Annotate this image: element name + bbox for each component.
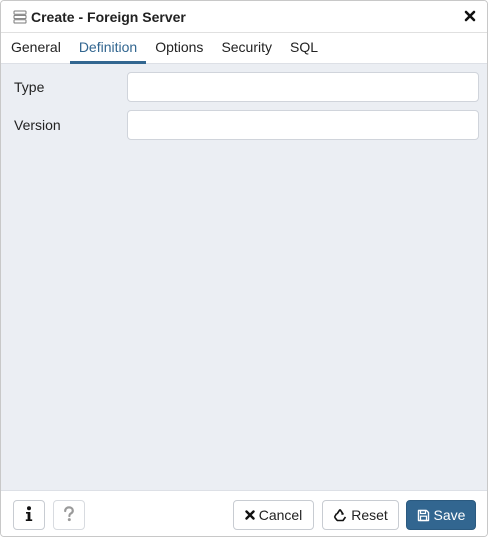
tab-security[interactable]: Security: [212, 33, 281, 63]
save-button[interactable]: Save: [406, 500, 476, 530]
type-label: Type: [14, 79, 45, 95]
definition-panel: Type Version: [1, 64, 487, 490]
tab-definition[interactable]: Definition: [69, 33, 147, 64]
close-icon[interactable]: [463, 9, 477, 23]
cancel-label: Cancel: [258, 507, 303, 523]
create-foreign-server-dialog: Create - Foreign Server General Definiti…: [0, 0, 488, 537]
reset-label: Reset: [351, 507, 388, 523]
dialog-footer: Cancel Reset Save: [1, 490, 487, 536]
dialog-title: Create - Foreign Server: [31, 8, 186, 25]
help-icon: [63, 505, 75, 525]
recycle-icon: [333, 508, 347, 522]
tab-sql[interactable]: SQL: [281, 33, 327, 63]
reset-button[interactable]: Reset: [322, 500, 399, 530]
cancel-button[interactable]: Cancel: [233, 500, 314, 530]
type-row: Type: [1, 72, 487, 102]
dialog-titlebar[interactable]: Create - Foreign Server: [1, 1, 487, 33]
type-input[interactable]: [127, 72, 479, 102]
version-label: Version: [14, 117, 61, 133]
info-icon: [24, 505, 34, 525]
tab-options[interactable]: Options: [146, 33, 212, 63]
version-input[interactable]: [127, 110, 479, 140]
info-button[interactable]: [13, 500, 45, 530]
save-icon: [417, 509, 430, 522]
help-button[interactable]: [53, 500, 85, 530]
foreign-server-icon: [13, 10, 27, 24]
tab-general[interactable]: General: [2, 33, 70, 63]
tab-bar: General Definition Options Security SQL: [1, 33, 487, 64]
save-label: Save: [433, 507, 466, 523]
version-row: Version: [1, 110, 487, 140]
cancel-icon: [245, 510, 255, 520]
